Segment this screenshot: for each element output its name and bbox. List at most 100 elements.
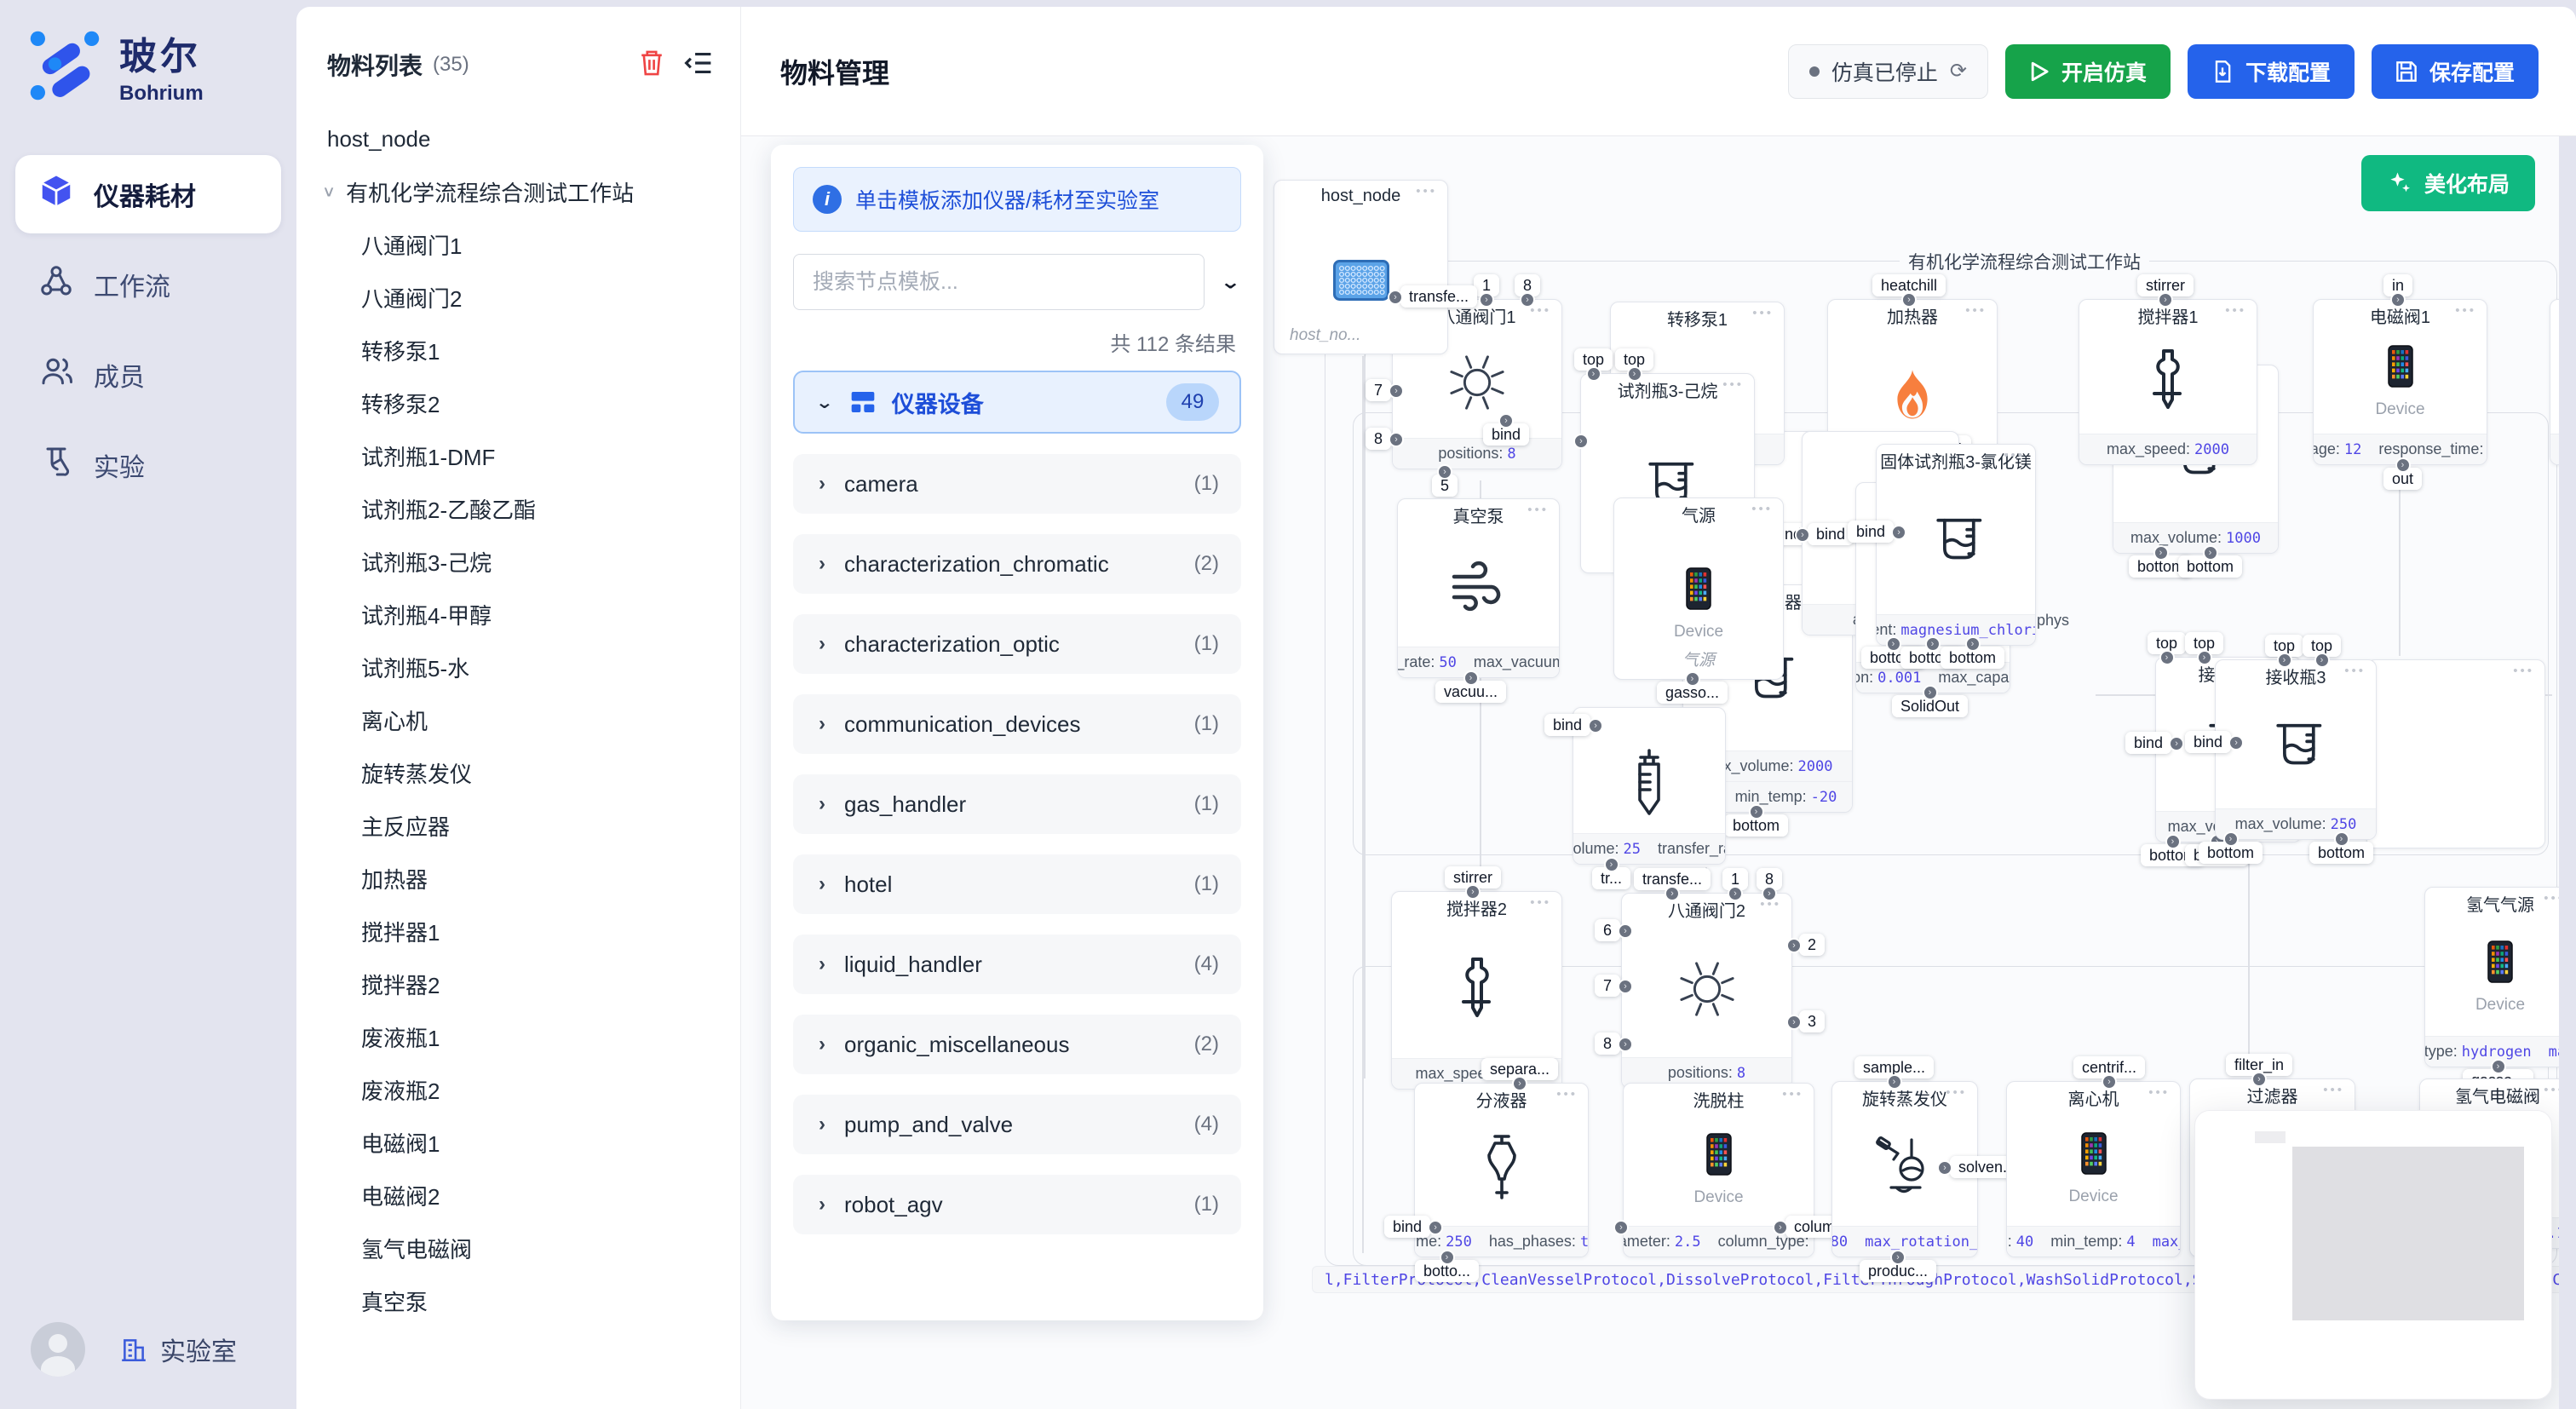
category-organic-miscellaneous[interactable]: ›organic_miscellaneous(2) [793, 1015, 1241, 1074]
category-characterization-chromatic[interactable]: ›characterization_chromatic(2) [793, 534, 1241, 594]
node-card[interactable]: max_volume: 25transfer_rate: 10bind›tr..… [1573, 707, 1726, 865]
category-communication-devices[interactable]: ›communication_devices(1) [793, 694, 1241, 754]
port-bottom[interactable]: bottom› [2199, 844, 2263, 862]
tree-node[interactable]: 八通阀门1 [296, 218, 740, 271]
node-menu-icon[interactable]: ••• [2004, 448, 2025, 463]
port-8[interactable]: 8› [1595, 1035, 1620, 1053]
port-bottom[interactable]: bottom› [2309, 844, 2373, 862]
port-1[interactable]: 1› [1722, 871, 1748, 889]
save-config-button[interactable]: 保存配置 [2372, 44, 2539, 99]
tree-node[interactable]: 转移泵1 [296, 324, 740, 377]
port-filter_in[interactable]: filter_in› [2226, 1056, 2292, 1074]
node-card[interactable]: 八通阀门2•••positions: 8transfe...›1›8›6›7›8… [1621, 893, 1792, 1089]
port-7[interactable]: 7› [1595, 977, 1620, 995]
port-top[interactable]: top› [1615, 351, 1653, 369]
node-menu-icon[interactable]: ••• [2455, 303, 2476, 318]
node-menu-icon[interactable]: ••• [1946, 1085, 1967, 1100]
node-menu-icon[interactable]: ••• [2148, 1085, 2170, 1100]
node-card[interactable]: 氢气气源•••Devicegas_type: hydrogenmax_prega… [2424, 887, 2576, 1067]
tree-node[interactable]: 加热器 [296, 852, 740, 905]
node-card[interactable]: 洗脱柱•••Devicediameter: 2.5column_type: si… [1623, 1083, 1814, 1257]
start-simulation-button[interactable]: 开启仿真 [2005, 44, 2171, 99]
sidebar-item-members[interactable]: 成员 [15, 336, 281, 414]
node-menu-icon[interactable]: ••• [2344, 664, 2366, 678]
port-SolidOut[interactable]: SolidOut› [1892, 698, 1968, 716]
port-transfe...[interactable]: transfe...› [1634, 871, 1711, 889]
port-2[interactable]: 2› [1799, 936, 1825, 954]
node-card[interactable]: 搅拌器1•••max_speed: 2000stirrer› [2079, 299, 2257, 465]
template-search-input[interactable] [793, 254, 1205, 310]
port-centrif...[interactable]: centrif...› [2073, 1059, 2145, 1077]
port-top[interactable]: top› [2148, 635, 2186, 653]
port-3[interactable]: 3› [1799, 1013, 1825, 1031]
category-gas-handler[interactable]: ›gas_handler(1) [793, 774, 1241, 834]
node-card[interactable]: 固体试剂瓶3-氯化镁•••agent: magnesium_chloridebi… [1876, 444, 2036, 646]
port-bind[interactable]: bind› [2185, 733, 2231, 751]
node-menu-icon[interactable]: ••• [1782, 1087, 1803, 1101]
user-avatar[interactable] [31, 1322, 85, 1377]
port-bottom[interactable]: bottom› [2178, 558, 2242, 576]
port-stirrer[interactable]: stirrer› [2137, 277, 2194, 295]
node-menu-icon[interactable]: ••• [1530, 895, 1551, 910]
port-vacuu...[interactable]: vacuu...› [1435, 683, 1506, 701]
port-bind[interactable]: bind› [1544, 716, 1590, 734]
lab-switcher[interactable]: 实验室 [119, 1331, 237, 1368]
port-produc...[interactable]: produc...› [1860, 1262, 1936, 1280]
tree-node[interactable]: 试剂瓶3-己烷 [296, 535, 740, 588]
tree-node[interactable]: 搅拌器1 [296, 905, 740, 958]
port-tr...[interactable]: tr...› [1592, 870, 1630, 888]
tree-node[interactable]: 电磁阀1 [296, 1116, 740, 1169]
node-menu-icon[interactable]: ••• [1527, 503, 1549, 517]
node-menu-icon[interactable]: ••• [2225, 303, 2246, 318]
tree-node[interactable]: 试剂瓶5-水 [296, 641, 740, 693]
node-menu-icon[interactable]: ••• [1965, 303, 1987, 318]
port-top[interactable]: top› [2265, 637, 2303, 655]
delete-all-icon[interactable] [638, 49, 665, 82]
tree-node[interactable]: 八通阀门2 [296, 271, 740, 324]
port-8[interactable]: 8› [1366, 430, 1391, 448]
tree-node[interactable]: 电磁阀2 [296, 1169, 740, 1222]
node-card[interactable]: 分液器•••volume: 250has_phases: truesepara.… [1414, 1083, 1589, 1257]
port-bottom[interactable]: bottom› [1724, 817, 1788, 835]
collapse-tree-icon[interactable] [684, 50, 713, 80]
refresh-icon[interactable]: ⟳ [1950, 59, 1967, 83]
beautify-layout-button[interactable]: 美化布局 [2361, 155, 2535, 211]
node-menu-icon[interactable]: ••• [1556, 1087, 1578, 1101]
category-characterization-optic[interactable]: ›characterization_optic(1) [793, 614, 1241, 674]
tree-node[interactable]: 废液瓶2 [296, 1063, 740, 1116]
node-canvas[interactable]: i 单击模板添加仪器/耗材至实验室 ⌄ 共 112 条结果 ⌄ 仪器设备 49 … [741, 136, 2576, 1409]
tree-node[interactable]: 旋转蒸发仪 [296, 746, 740, 799]
download-config-button[interactable]: 下载配置 [2188, 44, 2355, 99]
tree-node[interactable]: 试剂瓶2-乙酸乙酯 [296, 482, 740, 535]
port-botto...[interactable]: botto...› [1415, 1262, 1479, 1280]
node-card[interactable]: 气源•••Device气源gasso...› [1613, 497, 1784, 680]
category-robot-agv[interactable]: ›robot_agv(1) [793, 1175, 1241, 1234]
port-top[interactable]: top› [2303, 637, 2341, 655]
node-card[interactable]: 旋转蒸发仪•••temp: 180max_rotation_speed:samp… [1831, 1081, 1978, 1257]
port-top[interactable]: top› [1574, 351, 1613, 369]
node-menu-icon[interactable]: ••• [2323, 1083, 2344, 1097]
node-card[interactable]: host_node•••host_no...transfe...› [1274, 180, 1448, 354]
port-top[interactable]: top› [2185, 635, 2223, 653]
port-1[interactable]: 1› [1474, 277, 1499, 295]
tree-node[interactable]: 氢气电磁阀 [296, 1222, 740, 1274]
port-out[interactable]: out› [2383, 470, 2422, 488]
node-menu-icon[interactable]: ••• [1722, 377, 1744, 392]
port-7[interactable]: 7› [1366, 382, 1391, 400]
node-menu-icon[interactable]: ••• [1530, 303, 1551, 318]
tree-node[interactable]: 转移泵2 [296, 377, 740, 429]
tree-node[interactable]: 主反应器 [296, 799, 740, 852]
port-bind[interactable]: bind› [1848, 523, 1894, 541]
port-6[interactable]: 6› [1595, 922, 1620, 940]
port-heatchill[interactable]: heatchill› [1872, 277, 1946, 295]
tree-node[interactable]: 真空泵 [296, 1274, 740, 1327]
port-5[interactable]: 5› [1432, 477, 1458, 495]
port-separa...[interactable]: separa...› [1481, 1061, 1558, 1078]
collapse-panel-chevron-icon[interactable]: ⌄ [1220, 271, 1241, 293]
tree-node-station[interactable]: ∨ 有机化学流程综合测试工作站 [296, 165, 740, 218]
category-liquid-handler[interactable]: ›liquid_handler(4) [793, 935, 1241, 994]
node-card[interactable]: 接收瓶3•••max_volume: 250top›top›bind›botto… [2215, 659, 2377, 840]
category-group-instruments[interactable]: ⌄ 仪器设备 49 [793, 371, 1241, 434]
node-card[interactable]: ••• [2366, 659, 2545, 848]
tree-node[interactable]: 试剂瓶1-DMF [296, 429, 740, 482]
